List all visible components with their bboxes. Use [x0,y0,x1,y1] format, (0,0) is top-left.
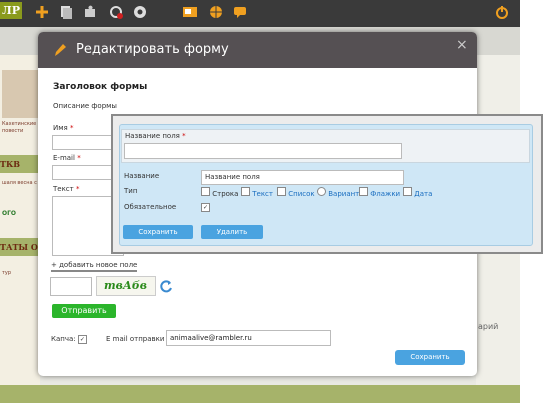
field-preview-label-text: Название поля [125,132,180,140]
required-mark: * [77,154,81,162]
field-preview-input[interactable] [124,143,402,159]
form-heading[interactable]: Заголовок формы [53,82,147,92]
form-description[interactable]: Описание формы [53,102,117,110]
required-mark: * [182,132,186,140]
type-option-label[interactable]: Флажки [370,190,400,198]
top-toolbar [0,0,520,27]
field-preview-label: Название поля * [125,132,186,140]
required-mark: * [75,185,80,193]
pages-icon[interactable] [58,4,74,20]
captcha-checkbox[interactable]: ✓ [77,335,87,344]
type-option-string: Строка [201,187,238,198]
background-photo [2,70,38,118]
captcha-option: Капча: ✓ [51,335,87,344]
type-option-label[interactable]: Вариант [328,190,359,198]
close-icon[interactable]: × [456,38,468,52]
background-snippet: Кахетинские повести [2,121,37,134]
text-type-icon [241,187,250,196]
add-field-link[interactable]: + добавить новое поле [51,261,137,269]
required-label: Обязательное [124,203,177,211]
save-button[interactable]: Сохранить [395,350,465,365]
required-checkbox[interactable]: ✓ [201,203,210,212]
puzzle-icon[interactable] [82,4,98,20]
field-label-text: E-mail [53,154,75,162]
globe-icon[interactable] [208,4,224,20]
background-snippet: ОГО [2,210,17,217]
power-icon[interactable] [494,4,510,20]
type-option-label[interactable]: Строка [212,190,238,198]
add-icon[interactable] [34,4,50,20]
checkbox-icon [359,187,368,196]
captcha-label: Капча: [51,335,76,343]
pencil-icon [55,44,66,56]
calendar-icon [403,187,412,196]
name-label: Название [124,172,160,180]
background-footer-bar [0,385,520,403]
checkbox[interactable] [201,187,210,196]
site-logo: ЛР [0,2,22,19]
send-email-input[interactable]: animaalive@rambler.ru [166,330,331,346]
send-email-label: E mail отправки [106,335,165,343]
background-section-header: ТКВ [0,155,40,173]
required-mark: * [69,124,74,132]
field-delete-button[interactable]: Удалить [201,225,263,239]
background-right-text: арий [478,322,499,331]
type-option-list: Список [277,187,315,198]
background-section-header: ТАТЫ О [0,238,40,256]
type-option-label[interactable]: Текст [252,190,273,198]
image-icon[interactable] [182,4,198,20]
type-option-date: Дата [403,187,432,198]
background-snippet: шаля весна с [2,180,37,186]
radio-icon [317,187,326,196]
background-snippet: тур [2,270,12,276]
field-label-name: Имя * [53,124,73,132]
refresh-icon[interactable] [159,279,173,293]
field-name-input[interactable]: Название поля [201,170,404,185]
type-option-label[interactable]: Список [288,190,314,198]
captcha-text: твАбв [104,279,147,292]
comment-icon[interactable] [232,4,248,20]
field-save-button[interactable]: Сохранить [123,225,193,239]
field-label-text-area: Текст * [53,185,79,193]
field-label-text: Текст [53,185,74,193]
add-field-underline [51,270,137,272]
sync-icon[interactable] [108,4,124,20]
type-option-text: Текст [241,187,273,198]
type-option-checkboxes: Флажки [359,187,400,198]
type-option-radio: Вариант [317,187,359,198]
captcha-input[interactable] [50,277,92,296]
modal-title: Редактировать форму [76,42,229,57]
list-type-icon [277,187,286,196]
field-label-text: Имя [53,124,68,132]
type-label: Тип [124,187,138,195]
field-label-email: E-mail * [53,154,81,162]
type-option-label[interactable]: Дата [414,190,432,198]
submit-button[interactable]: Отправить [52,304,116,318]
gear-icon[interactable] [132,4,148,20]
